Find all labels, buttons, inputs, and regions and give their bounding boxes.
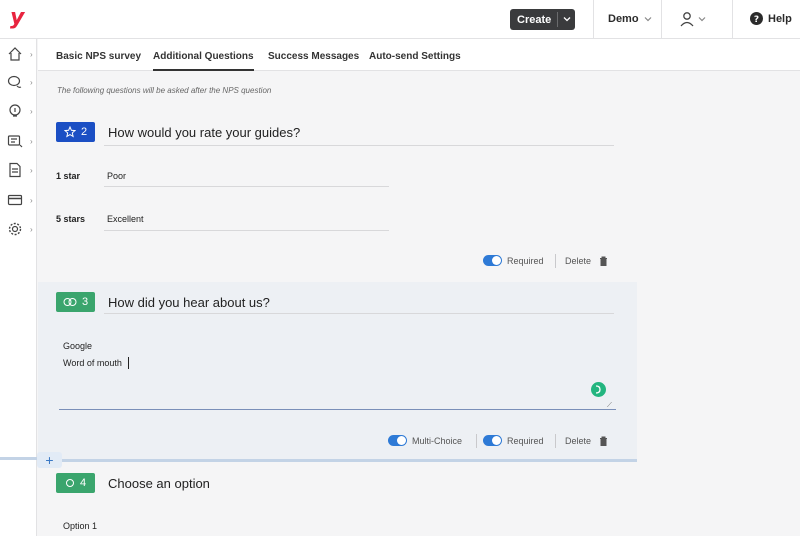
sidebar-item-messages[interactable]: › xyxy=(7,133,33,149)
multi-choice-icon xyxy=(63,298,77,306)
question-number: 3 xyxy=(81,296,89,308)
gear-icon xyxy=(8,222,22,236)
question-number: 2 xyxy=(80,126,88,138)
chevron-right-icon: › xyxy=(30,137,33,146)
required-label: Required xyxy=(507,256,544,266)
svg-text:?: ? xyxy=(754,15,759,25)
sidebar-item-settings[interactable]: › xyxy=(7,221,33,237)
lightbulb-icon xyxy=(9,104,21,117)
input-underline xyxy=(104,230,389,231)
option-text[interactable]: Google xyxy=(63,341,92,351)
divider xyxy=(661,0,662,39)
tab-additional-questions[interactable]: Additional Questions xyxy=(153,51,254,71)
message-list-icon xyxy=(7,135,23,148)
radio-icon xyxy=(65,479,74,487)
option-text[interactable]: Word of mouth xyxy=(63,358,122,368)
delete-button[interactable]: Delete xyxy=(565,436,591,446)
chevron-right-icon: › xyxy=(30,225,33,234)
tab-success-messages[interactable]: Success Messages xyxy=(268,51,359,62)
options-textarea[interactable] xyxy=(59,409,616,410)
account-label: Demo xyxy=(608,13,639,25)
tab-bar: Basic NPS survey Additional Questions Su… xyxy=(38,39,800,71)
divider xyxy=(732,0,733,39)
chevron-right-icon: › xyxy=(30,50,33,59)
required-label: Required xyxy=(507,436,544,446)
grammar-check-icon[interactable] xyxy=(591,382,606,397)
tab-auto-send-settings[interactable]: Auto-send Settings xyxy=(369,51,461,62)
active-card-border xyxy=(38,459,637,462)
instructions-note: The following questions will be asked af… xyxy=(57,86,272,95)
delete-button[interactable]: Delete xyxy=(565,256,591,266)
divider xyxy=(593,0,594,39)
add-question-button[interactable]: + xyxy=(37,452,62,468)
help-icon: ? xyxy=(750,12,763,25)
chevron-down-icon xyxy=(644,17,651,22)
multi-choice-label: Multi-Choice xyxy=(412,436,463,446)
title-underline xyxy=(104,145,614,146)
chevron-right-icon: › xyxy=(30,166,33,175)
help-link[interactable]: ? Help xyxy=(750,12,792,25)
divider xyxy=(476,434,477,448)
sidebar-item-billing[interactable]: › xyxy=(7,192,33,208)
sidebar-item-ideas[interactable]: › xyxy=(7,103,33,119)
chevron-right-icon: › xyxy=(30,78,33,87)
user-menu[interactable] xyxy=(679,11,707,27)
sidebar-item-home[interactable]: › xyxy=(7,46,33,62)
app-logo[interactable]: y xyxy=(10,5,24,30)
question-number-badge[interactable]: 3 xyxy=(56,292,95,312)
question-number-badge[interactable]: 4 xyxy=(56,473,95,493)
chevron-down-icon xyxy=(698,17,706,22)
question-title[interactable]: How would you rate your guides? xyxy=(108,125,300,140)
trash-icon[interactable] xyxy=(599,256,608,266)
question-title[interactable]: Choose an option xyxy=(108,476,210,491)
divider xyxy=(555,254,556,268)
chevron-right-icon: › xyxy=(30,107,33,116)
multi-choice-toggle[interactable] xyxy=(388,435,407,446)
question-number-badge[interactable]: 2 xyxy=(56,122,95,142)
rating-label: 5 stars xyxy=(56,214,86,224)
sidebar: › › › › › › › xyxy=(0,39,37,536)
rating-input[interactable]: Poor xyxy=(107,171,126,181)
required-toggle[interactable] xyxy=(483,435,502,446)
document-icon xyxy=(9,162,21,178)
star-icon xyxy=(63,126,76,138)
chevron-right-icon: › xyxy=(30,196,33,205)
chevron-down-icon xyxy=(563,17,571,22)
rating-input[interactable]: Excellent xyxy=(107,214,144,224)
rating-label: 1 star xyxy=(56,171,81,181)
required-toggle[interactable] xyxy=(483,255,502,266)
top-bar: y Create Demo ? Help xyxy=(0,0,800,39)
chat-icon xyxy=(7,75,22,88)
create-button-label: Create xyxy=(517,13,552,26)
tab-basic-nps-survey[interactable]: Basic NPS survey xyxy=(56,51,141,62)
question-title[interactable]: How did you hear about us? xyxy=(108,295,270,310)
user-icon xyxy=(680,12,694,27)
insert-line xyxy=(0,457,40,460)
text-cursor xyxy=(128,357,129,369)
create-divider xyxy=(557,12,558,27)
trash-icon[interactable] xyxy=(599,436,608,446)
title-underline xyxy=(104,313,614,314)
input-underline xyxy=(104,186,389,187)
option-text[interactable]: Option 1 xyxy=(63,521,97,531)
home-icon xyxy=(8,47,22,61)
account-switcher[interactable]: Demo xyxy=(608,13,653,25)
sidebar-item-documents[interactable]: › xyxy=(7,162,33,178)
question-number: 4 xyxy=(79,477,87,489)
card-icon xyxy=(7,194,23,206)
help-label: Help xyxy=(768,12,792,25)
create-button[interactable]: Create xyxy=(510,9,575,30)
sidebar-item-conversations[interactable]: › xyxy=(7,74,33,90)
divider xyxy=(555,434,556,448)
